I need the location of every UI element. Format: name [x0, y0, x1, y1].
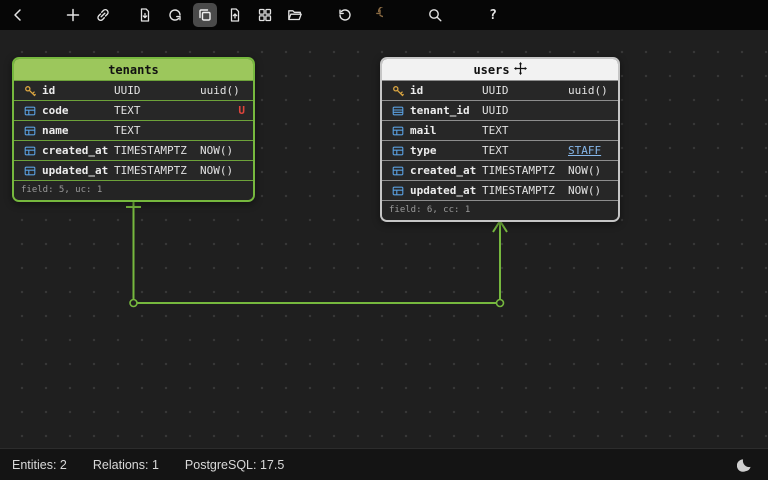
- field-name: created_at: [42, 144, 110, 157]
- field-default: NOW(): [200, 144, 241, 157]
- field-row[interactable]: created_at TIMESTAMPTZ NOW(): [14, 140, 253, 160]
- help-icon[interactable]: ?: [481, 3, 505, 27]
- field-name: tenant_id: [410, 104, 478, 117]
- table-footer: field: 6, cc: 1: [382, 200, 618, 220]
- field-default: uuid(): [568, 84, 608, 97]
- field-default: NOW(): [568, 164, 606, 177]
- theme-toggle-moon-icon[interactable]: [734, 454, 756, 476]
- export-file-icon[interactable]: [223, 3, 247, 27]
- field-row[interactable]: code TEXT U: [14, 100, 253, 120]
- layout-grid-icon[interactable]: [253, 3, 277, 27]
- search-icon[interactable]: [423, 3, 447, 27]
- open-folder-icon[interactable]: [283, 3, 307, 27]
- field-default: uuid(): [200, 84, 241, 97]
- import-file-icon[interactable]: [133, 3, 157, 27]
- relations-count: Relations: 1: [93, 458, 159, 472]
- duplicate-icon[interactable]: [193, 3, 217, 27]
- table-footer: field: 5, uc: 1: [14, 180, 253, 200]
- field-row[interactable]: mail TEXT: [382, 120, 618, 140]
- move-cursor-icon: [514, 62, 527, 78]
- foreign-key-icon: [390, 105, 406, 117]
- field-row[interactable]: id UUID uuid(): [14, 80, 253, 100]
- key-icon: [390, 85, 406, 97]
- field-name: type: [410, 144, 478, 157]
- field-name: updated_at: [410, 184, 478, 197]
- field-row[interactable]: updated_at TIMESTAMPTZ NOW(): [14, 160, 253, 180]
- entity-table-users[interactable]: users id UUID uuid() tenant_id UUID mail…: [380, 57, 620, 222]
- back-chevron-icon[interactable]: [6, 3, 30, 27]
- field-row[interactable]: updated_at TIMESTAMPTZ NOW(): [382, 180, 618, 200]
- field-type: TIMESTAMPTZ: [482, 164, 564, 177]
- field-type: TIMESTAMPTZ: [482, 184, 564, 197]
- field-icon: [390, 125, 406, 137]
- field-type: UUID: [114, 84, 196, 97]
- table-title: tenants: [108, 63, 159, 77]
- table-title: users: [473, 63, 509, 77]
- field-icon: [390, 145, 406, 157]
- field-type: TIMESTAMPTZ: [114, 164, 196, 177]
- field-row[interactable]: type TEXT STAFF: [382, 140, 618, 160]
- field-row[interactable]: name TEXT: [14, 120, 253, 140]
- field-type: TEXT: [482, 124, 564, 137]
- field-name: mail: [410, 124, 478, 137]
- field-type: TEXT: [482, 144, 564, 157]
- add-table-icon[interactable]: [61, 3, 85, 27]
- field-type: TIMESTAMPTZ: [114, 144, 196, 157]
- redo-icon[interactable]: [363, 3, 387, 27]
- field-type: TEXT: [114, 124, 196, 137]
- field-row[interactable]: tenant_id UUID: [382, 100, 618, 120]
- table-header[interactable]: users: [382, 59, 618, 80]
- field-name: created_at: [410, 164, 478, 177]
- field-name: code: [42, 104, 110, 117]
- er-diagram-app: ? tenants id UUID uuid(): [0, 0, 768, 480]
- table-header[interactable]: tenants: [14, 59, 253, 80]
- key-icon: [22, 85, 38, 97]
- field-icon: [22, 165, 38, 177]
- field-type: UUID: [482, 104, 564, 117]
- field-default: NOW(): [200, 164, 241, 177]
- field-icon: [22, 125, 38, 137]
- database-version: PostgreSQL: 17.5: [185, 458, 284, 472]
- field-icon: [390, 165, 406, 177]
- refresh-icon[interactable]: [163, 3, 187, 27]
- field-type: TEXT: [114, 104, 196, 117]
- unique-badge: U: [238, 104, 245, 117]
- field-name: name: [42, 124, 110, 137]
- link-icon[interactable]: [91, 3, 115, 27]
- entities-count: Entities: 2: [12, 458, 67, 472]
- field-icon: [22, 105, 38, 117]
- field-name: updated_at: [42, 164, 110, 177]
- field-name: id: [42, 84, 110, 97]
- field-icon: [22, 145, 38, 157]
- entity-table-tenants[interactable]: tenants id UUID uuid() code TEXT U name …: [12, 57, 255, 202]
- field-default: NOW(): [568, 184, 606, 197]
- field-icon: [390, 185, 406, 197]
- field-name: id: [410, 84, 478, 97]
- field-row[interactable]: created_at TIMESTAMPTZ NOW(): [382, 160, 618, 180]
- field-default[interactable]: STAFF: [568, 144, 606, 157]
- field-type: UUID: [482, 84, 564, 97]
- diagram-canvas[interactable]: tenants id UUID uuid() code TEXT U name …: [0, 30, 768, 448]
- status-bar: Entities: 2 Relations: 1 PostgreSQL: 17.…: [0, 448, 768, 480]
- field-row[interactable]: id UUID uuid(): [382, 80, 618, 100]
- toolbar: ?: [0, 0, 768, 30]
- undo-icon[interactable]: [333, 3, 357, 27]
